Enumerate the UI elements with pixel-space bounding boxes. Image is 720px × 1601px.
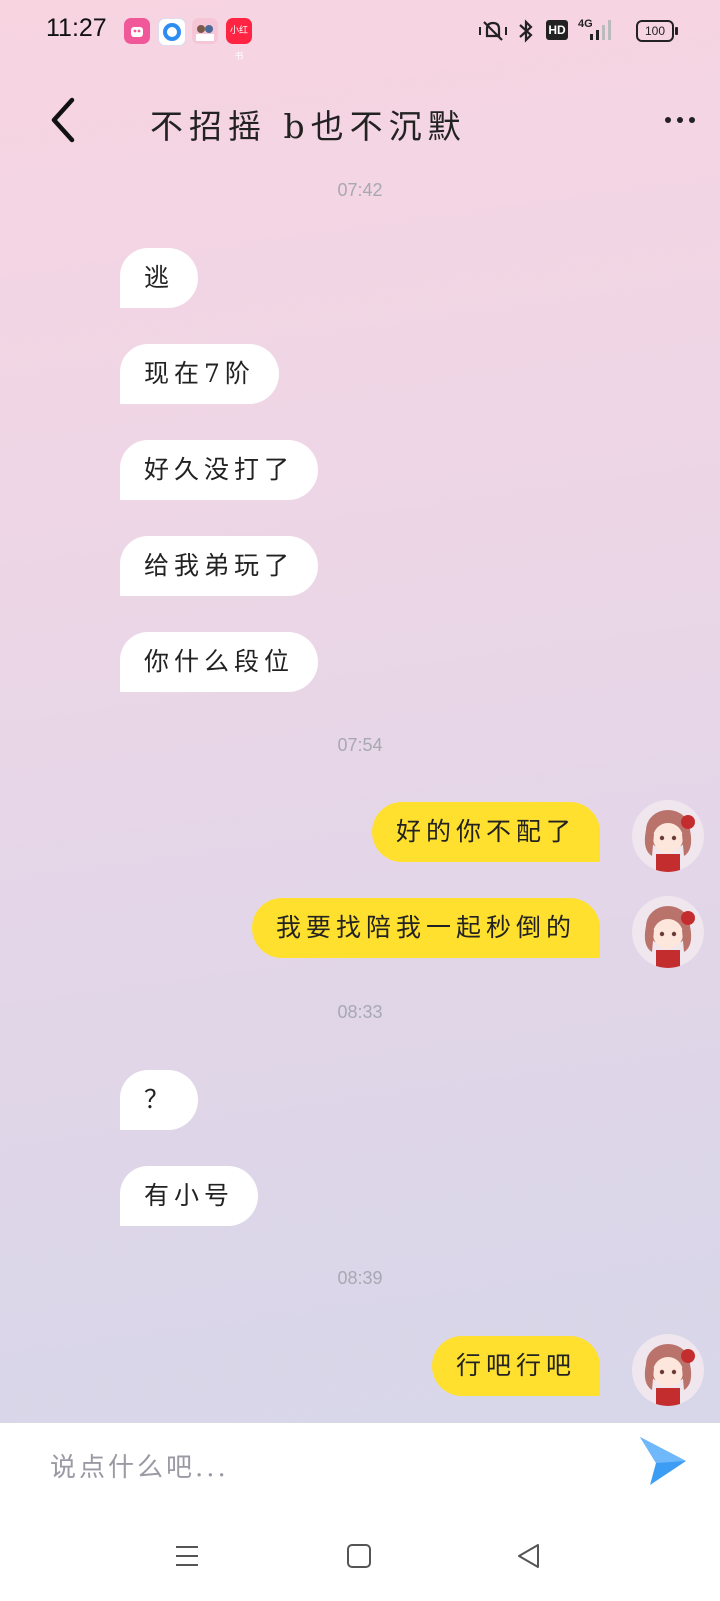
mute-vibrate-icon [478,18,508,48]
battery-icon: 100 [636,20,678,42]
user-avatar[interactable] [632,1334,704,1406]
message-timestamp: 08:39 [337,1268,383,1288]
xiaohongshu-icon: 小红书 [226,18,252,62]
svg-text:4G: 4G [578,18,593,30]
message-input-bar [0,1422,720,1601]
incoming-message[interactable]: ？ [120,1070,199,1130]
back-nav-button[interactable] [516,1543,542,1573]
status-bar: 11:27 小红书 HD 4G 100 [0,0,720,64]
menu-nav-button[interactable] [174,1543,200,1573]
user-avatar[interactable] [632,800,704,872]
status-time: 11:27 [46,14,107,42]
message-timestamp: 07:54 [337,735,383,755]
user-avatar[interactable] [632,896,704,968]
message-input[interactable] [48,1445,572,1491]
photo-app-icon [192,18,218,44]
hd-icon: HD [546,20,568,40]
outgoing-message[interactable]: 好的你不配了 [371,802,600,862]
chat-title: 不招摇 b也不沉默 [150,107,467,146]
incoming-message[interactable]: 好久没打了 [120,440,319,500]
incoming-message[interactable]: 现在7阶 [120,344,279,404]
back-button[interactable] [40,90,90,150]
chat-header: 不招摇 b也不沉默 [0,70,720,170]
outgoing-message[interactable]: 我要找陪我一起秒倒的 [251,898,600,958]
more-options-button[interactable] [660,100,700,140]
signal-4g-icon: 4G [576,16,616,48]
incoming-message[interactable]: 逃 [120,248,199,308]
send-button[interactable] [636,1433,688,1489]
outgoing-message[interactable]: 行吧行吧 [431,1336,600,1396]
home-nav-button[interactable] [346,1543,372,1573]
message-timestamp: 07:42 [337,180,383,200]
pink-app-icon [124,18,150,44]
blue-ring-app-icon [158,18,186,46]
message-timestamp: 08:33 [337,1002,383,1022]
incoming-message[interactable]: 你什么段位 [120,632,319,692]
bluetooth-icon [516,18,536,48]
incoming-message[interactable]: 给我弟玩了 [120,536,319,596]
incoming-message[interactable]: 有小号 [120,1166,259,1226]
